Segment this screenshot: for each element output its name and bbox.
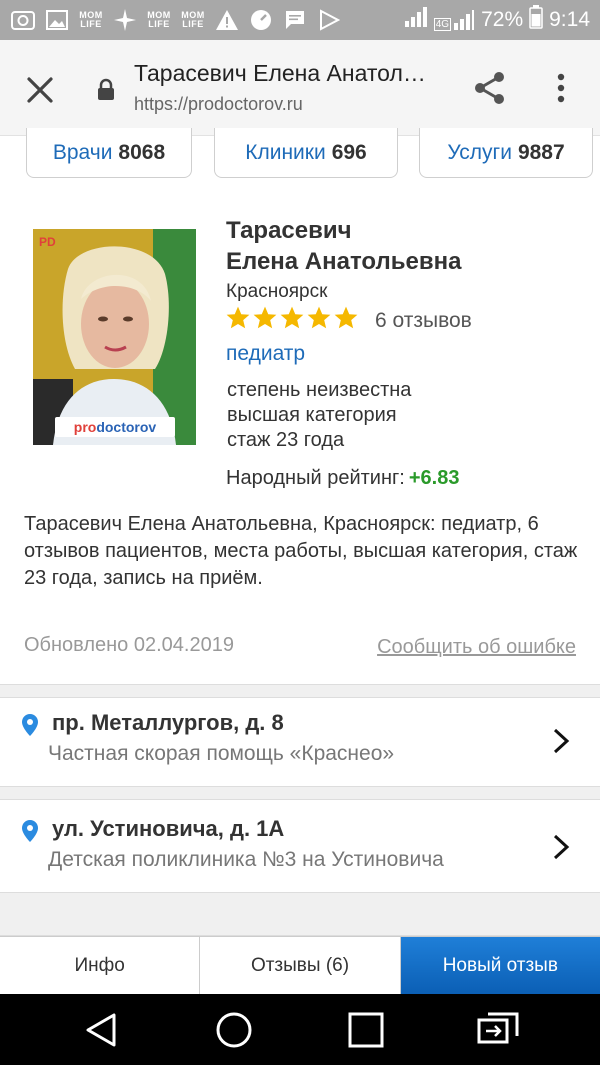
- doctor-surname: Тарасевич: [226, 217, 352, 244]
- page-title: Тарасевич Елена Анатольевна: [134, 60, 434, 86]
- address-title: ул. Устиновича, д. 1А: [52, 816, 285, 841]
- address-item[interactable]: пр. Металлургов, д. 8 Частная скорая пом…: [0, 698, 600, 786]
- star-icon: [226, 306, 250, 329]
- address-item[interactable]: ул. Устиновича, д. 1А Детская поликлиник…: [0, 804, 600, 892]
- tab-label: Врачи: [52, 140, 113, 164]
- warning-notification-icon: [214, 7, 240, 33]
- status-bar: MOM LIFE MOM LIFE MOM LIFE 4G 72% 9:14: [0, 0, 600, 40]
- section-divider: [0, 892, 600, 936]
- star-icon: [307, 306, 331, 329]
- momlife-notification-icon: MOM LIFE: [147, 10, 171, 29]
- momlife-notification-icon: MOM LIFE: [181, 10, 205, 29]
- chevron-right-icon: [552, 834, 570, 860]
- tab-clinics[interactable]: Клиники 696: [214, 128, 398, 178]
- experience-text: стаж 23 года: [227, 429, 345, 451]
- battery-percent: 72%: [481, 8, 524, 31]
- rating-label: Народный рейтинг:: [226, 467, 405, 489]
- page-url[interactable]: https://prodoctorov.ru: [134, 94, 303, 115]
- reviews-count[interactable]: 6 отзывов: [375, 309, 472, 333]
- degree-text: степень неизвестна: [227, 379, 412, 401]
- tab-services[interactable]: Услуги 9887: [419, 128, 593, 178]
- camera-notification-icon: [10, 7, 36, 33]
- prodoctorov-watermark: pro doctorov: [55, 417, 175, 437]
- signal-icon: [404, 6, 428, 34]
- doctor-given-names: Елена Анатольевна: [226, 248, 462, 275]
- chevron-right-icon: [552, 728, 570, 754]
- battery-icon: [529, 5, 543, 35]
- home-icon[interactable]: [214, 1010, 254, 1050]
- rating-value: +6.83: [408, 467, 460, 489]
- tab-label: Услуги: [447, 140, 512, 164]
- image-notification-icon: [44, 7, 70, 33]
- message-notification-icon: [282, 7, 308, 33]
- location-pin-icon: [22, 820, 38, 842]
- tab-count: 696: [331, 140, 367, 164]
- doctor-description: Тарасевич Елена Анатольевна, Красноярск:…: [24, 513, 578, 589]
- clock: 9:14: [549, 8, 590, 31]
- tab-doctors[interactable]: Врачи 8068: [26, 128, 192, 178]
- tab-reviews[interactable]: Отзывы (6): [200, 937, 401, 994]
- network-4g-icon: 4G: [433, 9, 475, 31]
- new-review-button[interactable]: Новый отзыв: [400, 937, 600, 994]
- sparkle-notification-icon: [112, 7, 138, 33]
- category-text: высшая категория: [227, 404, 397, 426]
- doctor-name: Тарасевич Елена Анатольевна: [226, 215, 461, 277]
- share-icon[interactable]: [470, 68, 510, 108]
- stat-tabs: Врачи 8068 Клиники 696 Услуги 9887: [0, 128, 600, 180]
- star-icon: [280, 306, 304, 329]
- system-nav-bar: [0, 994, 600, 1065]
- clinic-name: Частная скорая помощь «Краснео»: [48, 742, 395, 765]
- location-pin-icon: [22, 714, 38, 736]
- prodoctorov-mark: PD: [39, 235, 56, 249]
- updated-date: Обновлено 02.04.2019: [24, 634, 234, 656]
- play-store-notification-icon: [316, 7, 342, 33]
- lock-icon: [96, 78, 116, 102]
- close-icon[interactable]: [22, 72, 58, 108]
- tab-count: 8068: [118, 140, 166, 164]
- back-icon[interactable]: [82, 1010, 122, 1050]
- tab-label: Клиники: [245, 140, 326, 164]
- doctor-city: Красноярск: [226, 281, 328, 302]
- people-rating: Народный рейтинг: +6.83: [226, 467, 459, 490]
- doctor-photo: PD pro doctorov: [33, 229, 196, 445]
- rating-stars: [225, 305, 359, 331]
- switch-app-icon[interactable]: [476, 1010, 519, 1050]
- doctor-qualifications: степень неизвестна высшая категория стаж…: [227, 378, 411, 453]
- tab-count: 9887: [517, 140, 565, 164]
- momlife-notification-icon: MOM LIFE: [79, 10, 103, 29]
- star-icon: [253, 306, 277, 329]
- browser-header: Тарасевич Елена Анатольевна https://prod…: [0, 40, 600, 136]
- clinic-name: Детская поликлиника №3 на Устиновича: [48, 848, 444, 871]
- specialty-link[interactable]: педиатр: [226, 342, 305, 366]
- tab-info[interactable]: Инфо: [0, 937, 201, 994]
- section-divider: [0, 684, 600, 698]
- overflow-menu-icon[interactable]: [548, 68, 574, 108]
- address-title: пр. Металлургов, д. 8: [52, 710, 284, 735]
- bottom-tabs: Инфо Отзывы (6) Новый отзыв: [0, 936, 600, 994]
- recents-icon[interactable]: [346, 1010, 386, 1050]
- section-divider: [0, 786, 600, 800]
- speed-notification-icon: [248, 7, 274, 33]
- star-icon: [334, 306, 358, 329]
- report-error-link[interactable]: Сообщить об ошибке: [377, 636, 576, 659]
